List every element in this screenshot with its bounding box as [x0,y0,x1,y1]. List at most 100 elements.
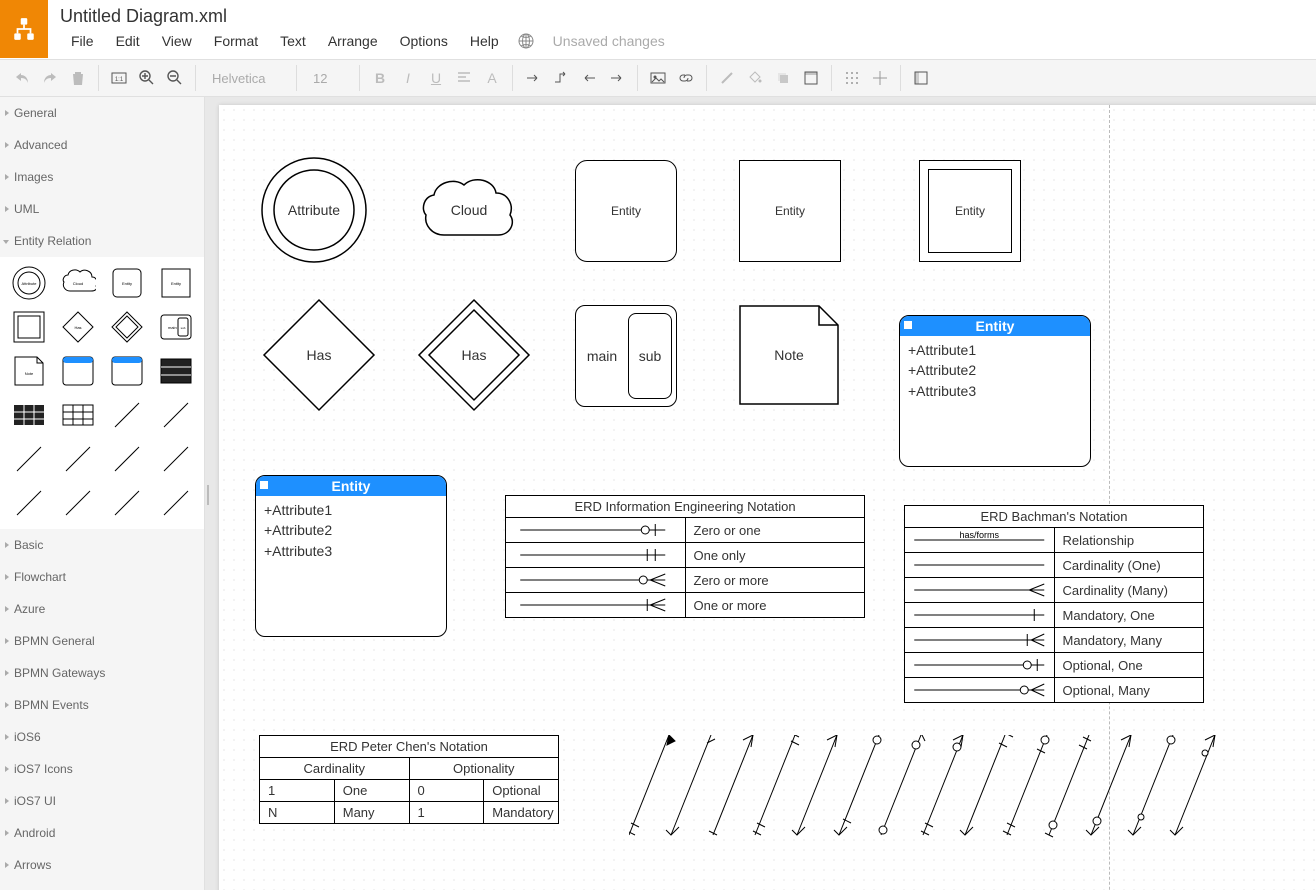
align-button[interactable] [450,64,478,92]
ie-notation-table[interactable]: ERD Information Engineering Notation Zer… [505,495,865,618]
palette-shape[interactable] [55,483,100,523]
menu-arrange[interactable]: Arrange [317,30,389,52]
palette-shape[interactable] [104,351,149,391]
canvas-scroll[interactable]: Attribute Cloud Entity Entity Entity Has [211,97,1316,890]
delete-button[interactable] [64,64,92,92]
menu-file[interactable]: File [60,30,105,52]
palette-shape[interactable] [55,395,100,435]
palette-shape[interactable]: Has [55,307,100,347]
arrow-right-icon[interactable] [603,64,631,92]
palette-shape[interactable] [6,483,51,523]
palette-shape[interactable] [6,439,51,479]
main-sub-shape[interactable]: main sub [575,305,677,407]
insert-link-button[interactable] [672,64,700,92]
entity-rounded-shape[interactable]: Entity [575,160,677,262]
palette-shape[interactable] [104,483,149,523]
sidebar-splitter[interactable] [205,97,211,890]
entity-double-shape[interactable]: Entity [919,160,1021,262]
sidebar-section[interactable]: Basic [0,529,204,561]
zoom-reset-button[interactable]: 1:1 [105,64,133,92]
sidebar-section[interactable]: Android [0,817,204,849]
sidebar-section[interactable]: General [0,97,204,129]
palette-shape[interactable] [153,351,198,391]
palette-shape[interactable]: mainsub [153,307,198,347]
sidebar-section[interactable]: BPMN Events [0,689,204,721]
shapes-sidebar[interactable]: GeneralAdvancedImagesUMLEntity Relation … [0,97,205,890]
sidebar-section[interactable]: Arrows [0,849,204,881]
insert-image-button[interactable] [644,64,672,92]
undo-button[interactable] [8,64,36,92]
palette-shape[interactable] [153,395,198,435]
palette-shape[interactable]: Note [6,351,51,391]
menu-text[interactable]: Text [269,30,317,52]
palette-shape[interactable] [153,483,198,523]
fill-color-button[interactable] [741,64,769,92]
entity-table-shape[interactable]: Entity +Attribute1+Attribute2+Attribute3 [899,315,1091,467]
palette-shape[interactable]: Attribute [6,263,51,303]
palette-shape[interactable]: Entity [104,263,149,303]
menu-format[interactable]: Format [203,30,269,52]
table-cell: Mandatory [484,802,559,824]
underline-button[interactable]: U [422,64,450,92]
document-title[interactable]: Untitled Diagram.xml [60,4,1316,28]
font-family-selector[interactable]: Helvetica [202,71,290,86]
sidebar-section[interactable]: Azure [0,593,204,625]
app-logo[interactable] [0,0,48,58]
palette-shape[interactable]: Entity [153,263,198,303]
menu-view[interactable]: View [151,30,203,52]
italic-button[interactable]: I [394,64,422,92]
arrow-left-icon[interactable] [575,64,603,92]
sidebar-section[interactable]: Advanced [0,129,204,161]
has-diamond-shape[interactable]: Has [259,295,379,415]
sidebar-section[interactable]: Entity Relation [0,225,204,257]
sidebar-section[interactable]: BPMN General [0,625,204,657]
grid-dots-button[interactable] [838,64,866,92]
line-color-button[interactable] [713,64,741,92]
sidebar-section[interactable]: iOS7 UI [0,785,204,817]
connection-elbow-icon[interactable] [547,64,575,92]
sidebar-section[interactable]: Flowchart [0,561,204,593]
palette-shape[interactable] [6,395,51,435]
sidebar-section[interactable]: iOS7 Icons [0,753,204,785]
diagram-canvas[interactable]: Attribute Cloud Entity Entity Entity Has [219,105,1316,890]
palette-shape[interactable] [153,439,198,479]
zoom-out-button[interactable] [161,64,189,92]
palette-shape[interactable] [104,439,149,479]
note-shape[interactable]: Note [739,305,839,405]
palette-shape[interactable] [104,307,149,347]
container-button[interactable] [797,64,825,92]
bachman-notation-table[interactable]: ERD Bachman's Notation has/formsRelation… [904,505,1204,703]
palette-shape[interactable] [55,439,100,479]
has-double-diamond-shape[interactable]: Has [414,295,534,415]
palette-shape[interactable]: Cloud [55,263,100,303]
guides-button[interactable] [866,64,894,92]
entity-table-shape-2[interactable]: Entity +Attribute1+Attribute2+Attribute3 [255,475,447,637]
sidebar-section[interactable]: UML [0,193,204,225]
font-size-selector[interactable]: 12 [303,71,353,86]
menu-edit[interactable]: Edit [105,30,151,52]
ie-row-label: One only [685,543,865,568]
redo-button[interactable] [36,64,64,92]
cloud-shape[interactable]: Cloud [419,165,519,255]
svg-text:Attribute: Attribute [21,281,37,286]
palette-shape[interactable] [55,351,100,391]
font-color-button[interactable]: A [478,64,506,92]
sidebar-section[interactable]: iOS6 [0,721,204,753]
attribute-shape[interactable]: Attribute [259,155,369,265]
globe-icon[interactable] [518,33,534,49]
shadow-button[interactable] [769,64,797,92]
zoom-in-button[interactable] [133,64,161,92]
connector-samples[interactable] [629,735,1289,855]
sidebar-section[interactable]: BPMN Gateways [0,657,204,689]
drawio-logo-icon [11,16,37,42]
menu-options[interactable]: Options [389,30,459,52]
chen-notation-table[interactable]: ERD Peter Chen's Notation CardinalityOpt… [259,735,559,824]
outline-panel-button[interactable] [907,64,935,92]
palette-shape[interactable] [6,307,51,347]
entity-square-shape[interactable]: Entity [739,160,841,262]
sidebar-section[interactable]: Images [0,161,204,193]
palette-shape[interactable] [104,395,149,435]
bold-button[interactable]: B [366,64,394,92]
menu-help[interactable]: Help [459,30,510,52]
connection-straight-icon[interactable] [519,64,547,92]
